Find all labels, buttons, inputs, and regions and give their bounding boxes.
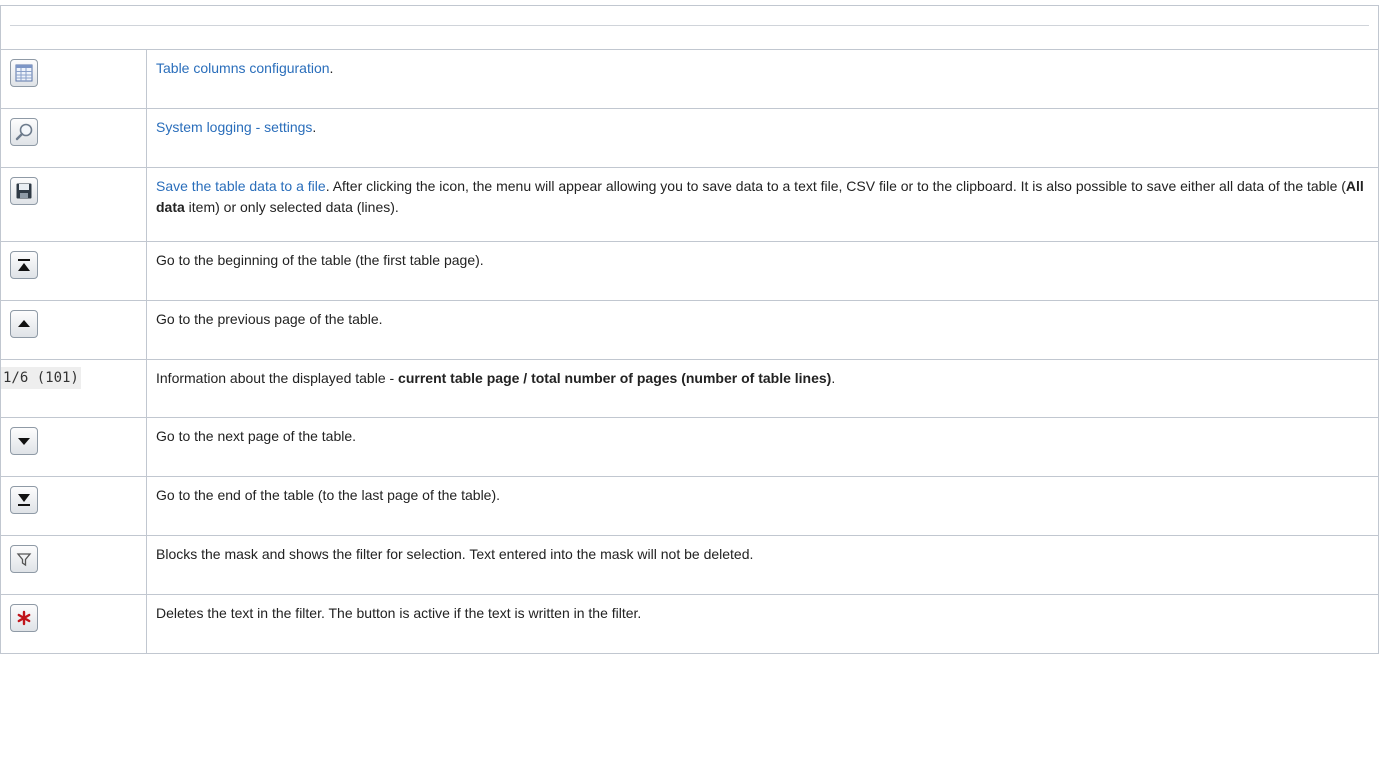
description-text: Blocks the mask and shows the filter for… (156, 546, 754, 562)
description-cell: Information about the displayed table - … (146, 359, 1379, 418)
icon-cell (0, 417, 147, 477)
description-text: . (831, 370, 836, 386)
table-row: 1/6 (101) Information about the displaye… (0, 359, 1379, 418)
description-text: item) or only selected data (lines). (184, 199, 399, 215)
description-cell: Table columns configuration. (146, 49, 1379, 109)
table-row: Save the table data to a file. After cli… (0, 167, 1379, 242)
go-first-page-icon[interactable] (10, 251, 38, 279)
table-row: Table columns configuration. (0, 49, 1379, 109)
icon-cell (0, 300, 147, 360)
icon-cell (0, 535, 147, 595)
table-row: Go to the end of the table (to the last … (0, 476, 1379, 536)
icon-cell (0, 594, 147, 654)
toolbar-icons-table: Table columns configuration. System logg… (0, 5, 1379, 654)
bold-term: current table page / total number of pag… (398, 370, 832, 386)
columns-config-link[interactable]: Table columns configuration (156, 60, 330, 76)
magnifier-icon[interactable] (10, 118, 38, 146)
description-cell: Blocks the mask and shows the filter for… (146, 535, 1379, 595)
go-previous-page-icon[interactable] (10, 310, 38, 338)
go-next-page-icon[interactable] (10, 427, 38, 455)
icon-cell (0, 167, 147, 242)
header-row (0, 5, 1379, 50)
save-table-link[interactable]: Save the table data to a file (156, 178, 326, 194)
table-columns-icon[interactable] (10, 59, 38, 87)
logging-settings-link[interactable]: System logging - settings (156, 119, 312, 135)
description-cell: System logging - settings. (146, 108, 1379, 168)
description-cell: Go to the previous page of the table. (146, 300, 1379, 360)
description-text: Go to the next page of the table. (156, 428, 357, 444)
description-text: Information about the displayed table - (156, 370, 399, 386)
icon-cell (0, 476, 147, 536)
table-row: Go to the next page of the table. (0, 417, 1379, 477)
table-row: Blocks the mask and shows the filter for… (0, 535, 1379, 595)
icon-cell (0, 241, 147, 301)
save-disk-icon[interactable] (10, 177, 38, 205)
icon-cell (0, 108, 147, 168)
description-cell: Go to the end of the table (to the last … (146, 476, 1379, 536)
icon-cell (0, 49, 147, 109)
header-divider (10, 25, 1369, 26)
table-row: Deletes the text in the filter. The butt… (0, 594, 1379, 654)
description-text: Go to the previous page of the table. (156, 311, 383, 327)
description-text: . After clicking the icon, the menu will… (325, 178, 1346, 194)
description-cell: Go to the next page of the table. (146, 417, 1379, 477)
description-cell: Go to the beginning of the table (the fi… (146, 241, 1379, 301)
description-text: Deletes the text in the filter. The butt… (156, 605, 642, 621)
description-text: Go to the beginning of the table (the fi… (156, 252, 484, 268)
clear-filter-asterisk-icon[interactable] (10, 604, 38, 632)
table-row: Go to the beginning of the table (the fi… (0, 241, 1379, 301)
table-row: System logging - settings. (0, 108, 1379, 168)
page-info-widget: 1/6 (101) (1, 367, 81, 389)
icon-cell: 1/6 (101) (0, 359, 147, 418)
go-last-page-icon[interactable] (10, 486, 38, 514)
description-text: Go to the end of the table (to the last … (156, 487, 501, 503)
description-text: . (329, 60, 334, 76)
filter-funnel-icon[interactable] (10, 545, 38, 573)
description-cell: Save the table data to a file. After cli… (146, 167, 1379, 242)
header-cell (0, 5, 1379, 50)
description-text: . (312, 119, 317, 135)
description-cell: Deletes the text in the filter. The butt… (146, 594, 1379, 654)
table-row: Go to the previous page of the table. (0, 300, 1379, 360)
